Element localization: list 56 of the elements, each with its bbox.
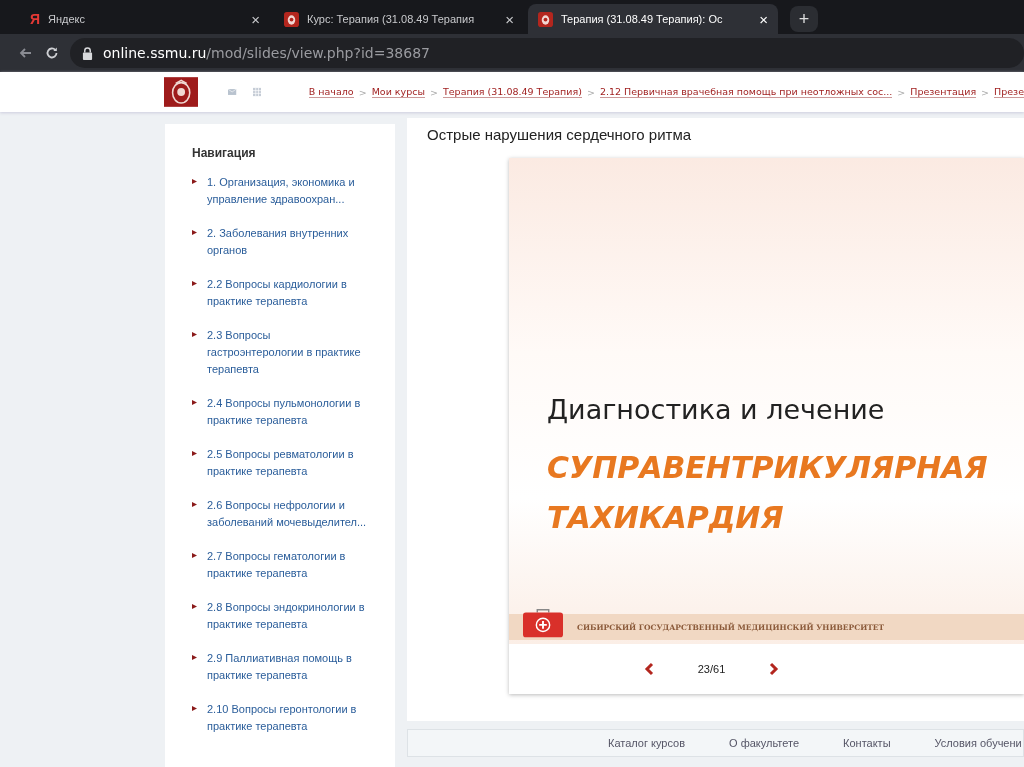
breadcrumb-separator: > [897, 86, 906, 98]
footer-link[interactable]: Условия обучени [934, 737, 1022, 749]
navigation-link[interactable]: 2.10 Вопросы геронтологии в практике терапевта [207, 701, 367, 735]
browser-tab[interactable]: Терапия (31.08.49 Терапия): Ос × [528, 4, 778, 34]
breadcrumb-separator: > [981, 86, 990, 98]
bullet-icon [192, 400, 197, 405]
breadcrumb-link[interactable]: 2.12 Первичная врачебная помощь при неотложных сос... [599, 86, 893, 98]
breadcrumb-separator: > [430, 86, 438, 98]
crest-icon [284, 11, 299, 27]
bullet-icon [192, 502, 197, 507]
bullet-icon [192, 604, 197, 609]
breadcrumb-link[interactable]: Презе [994, 86, 1024, 98]
previous-slide-button[interactable] [643, 662, 654, 676]
navigation-link[interactable]: 2.2 Вопросы кардиологии в практике терапевта [207, 276, 367, 310]
slide-title: СУПРАВЕНТРИКУЛЯРНАЯ ТАХИКАРДИЯ [547, 449, 989, 537]
breadcrumb-separator: > [586, 86, 595, 98]
breadcrumb-separator: > [358, 86, 367, 98]
slide-subtitle: Диагностика и лечение [547, 394, 886, 425]
new-tab-button[interactable]: + [790, 6, 818, 32]
bullet-icon [192, 281, 197, 286]
bullet-icon [192, 553, 197, 558]
breadcrumb-link[interactable]: В начало [308, 86, 354, 98]
page-title: Острые нарушения сердечного ритма [427, 125, 693, 145]
breadcrumb-link[interactable]: Презентация [910, 86, 977, 98]
navigation-link[interactable]: 2.9 Паллиативная помощь в практике терапевта [207, 650, 367, 684]
breadcrumb-link[interactable]: Мои курсы [371, 86, 425, 98]
navigation-heading: Навигация [192, 146, 257, 160]
crest-icon [538, 11, 553, 27]
bullet-icon [192, 332, 197, 337]
yandex-icon: Я [30, 11, 41, 27]
footer-link[interactable]: Каталог курсов [608, 737, 686, 749]
browser-tab[interactable]: Я Яндекс × [20, 4, 270, 34]
navigation-link[interactable]: 2.3 Вопросы гастроэнтерологии в практике терапевта [207, 327, 367, 378]
slide-counter: 23/61 [697, 663, 726, 675]
bullet-icon [192, 230, 197, 235]
footer-link[interactable]: О факультете [729, 737, 800, 749]
browser-tab[interactable]: Курс: Терапия (31.08.49 Терапия × [274, 4, 524, 34]
bullet-icon [192, 706, 197, 711]
navigation-link[interactable]: 2.5 Вопросы ревматологии в практике терапевта [207, 446, 367, 480]
next-slide-button[interactable] [769, 662, 780, 676]
lock-icon [82, 46, 93, 60]
url-text: online.ssmu.ru/mod/slides/view.php?id=38687 [103, 45, 430, 61]
bullet-icon [192, 179, 197, 184]
navigation-link[interactable]: 2.7 Вопросы гематологии в практике терапевта [207, 548, 367, 582]
navigation-link[interactable]: 2. Заболевания внутренних органов [207, 225, 367, 259]
navigation-link[interactable]: 2.4 Вопросы пульмонологии в практике терапевта [207, 395, 367, 429]
bullet-icon [192, 451, 197, 456]
navigation-link[interactable]: 1. Организация, экономика и управление здравоохран... [207, 174, 367, 208]
breadcrumb-link[interactable]: Терапия (31.08.49 Терапия) [442, 86, 582, 98]
bullet-icon [192, 655, 197, 660]
address-bar[interactable]: online.ssmu.ru/mod/slides/view.php?id=38687 [70, 38, 1024, 68]
first-aid-kit-icon [523, 608, 563, 638]
navigation-link[interactable]: 2.8 Вопросы эндокринологии в практике терапевта [207, 599, 367, 633]
reload-icon[interactable] [44, 45, 60, 61]
navigation-link[interactable]: 2.6 Вопросы нефрологии и заболеваний мочевыделител... [207, 497, 367, 531]
footer-link[interactable]: Контакты [843, 737, 891, 749]
